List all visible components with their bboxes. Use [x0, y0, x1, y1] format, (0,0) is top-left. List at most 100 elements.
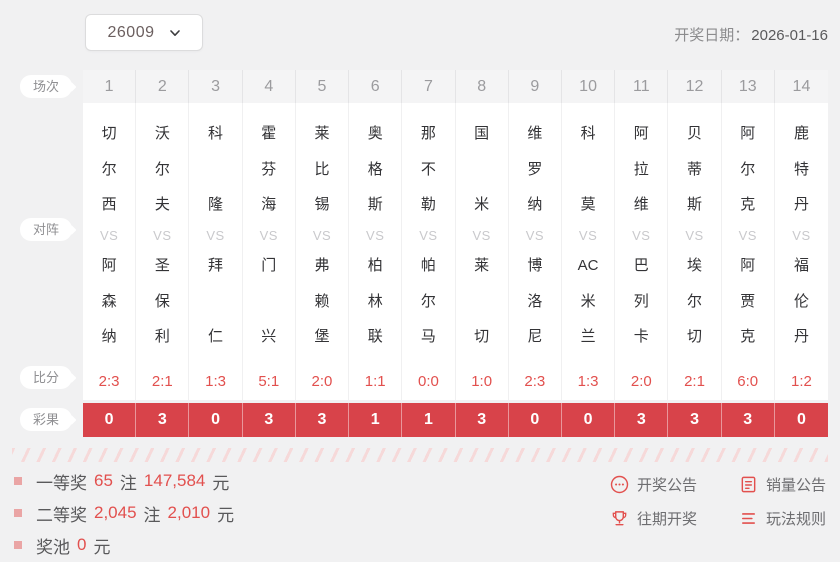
match-column: 4 霍芬海 VS 门兴 5:1 3	[242, 70, 296, 437]
team-name-char: 拉	[633, 160, 649, 178]
match-score: 5:1	[242, 365, 296, 400]
matchup-cell: 科隆 VS 拜仁	[189, 103, 243, 365]
team-name-char: 鹿	[793, 125, 809, 142]
draw-date-value: 2026-01-16	[751, 27, 828, 44]
team-name-char: 圣	[154, 257, 170, 274]
match-score: 2:0	[615, 365, 669, 400]
matchup-cell: 奥格斯 VS 柏林联	[349, 103, 403, 365]
prize-count: 65	[94, 471, 113, 490]
team-name-char: 联	[367, 328, 383, 345]
match-number: 1	[83, 70, 137, 103]
chevron-down-icon	[169, 29, 180, 36]
match-column: 1 切尔西 VS 阿森纳 2:3 0	[83, 70, 137, 437]
away-team: 圣保利	[155, 258, 170, 344]
home-team: 国米	[474, 126, 489, 212]
away-team: AC 米兰	[578, 258, 599, 344]
matchup-cell: 那不勒 VS 帕尔马	[402, 103, 456, 365]
match-number: 4	[242, 70, 296, 103]
team-name-char: 博	[527, 257, 543, 274]
home-team: 切尔西	[102, 126, 117, 212]
match-column: 12 贝蒂斯 VS 埃尔切 2:1 3	[668, 70, 722, 437]
match-score: 1:2	[774, 365, 829, 400]
link-开奖公告[interactable]: 开奖公告	[610, 474, 697, 495]
home-team: 那不勒	[421, 126, 436, 212]
vs-label: VS	[578, 227, 598, 243]
link-销量公告[interactable]: 销量公告	[739, 474, 826, 495]
match-score: 2:3	[83, 365, 137, 400]
home-team: 鹿特丹	[794, 126, 809, 212]
team-name-char: 尔	[154, 160, 170, 178]
prize-amount-unit: 元	[217, 505, 235, 525]
team-name-char: 特	[793, 160, 809, 178]
link-label: 开奖公告	[636, 477, 697, 494]
vs-label: VS	[419, 227, 438, 243]
match-column: 2 沃尔夫 VS 圣保利 2:1 3	[136, 70, 190, 437]
team-name-char: 尔	[740, 160, 756, 178]
team-name-char: 门	[261, 257, 277, 274]
match-result: 3	[615, 403, 669, 437]
team-name-char: 隆	[208, 196, 224, 213]
team-name-char: 尼	[527, 328, 543, 345]
team-name-char: 奥	[367, 125, 383, 142]
vs-label: VS	[312, 227, 332, 243]
match-result: 3	[136, 403, 190, 437]
team-name-char: 帕	[420, 257, 436, 274]
row-label-result: 彩果	[20, 408, 72, 431]
home-team: 莱比锡	[314, 126, 329, 212]
team-name-char: 科	[580, 125, 596, 142]
team-name-char: 林	[367, 292, 383, 310]
match-column: 5 莱比锡 VS 弗赖堡 2:0 3	[295, 70, 350, 437]
vs-label: VS	[525, 227, 545, 243]
away-team: 弗赖堡	[314, 258, 329, 344]
matchup-cell: 切尔西 VS 阿森纳	[83, 103, 137, 365]
home-team: 霍芬海	[261, 126, 276, 212]
match-column: 14 鹿特丹 VS 福伦丹 1:2 0	[774, 70, 829, 437]
team-name-char: 拜	[208, 257, 224, 274]
row-label-session: 场次	[20, 75, 72, 98]
matchup-cell: 鹿特丹 VS 福伦丹	[774, 103, 829, 365]
match-column: 9 维罗纳 VS 博洛尼 2:3 0	[508, 70, 562, 437]
matchup-cell: 贝蒂斯 VS 埃尔切	[668, 103, 722, 365]
prize-label: 二等奖	[36, 505, 87, 525]
prize-label: 一等奖	[36, 473, 87, 493]
team-name-char: 巴	[633, 257, 649, 274]
match-column: 6 奥格斯 VS 柏林联 1:1 1	[349, 70, 403, 437]
team-name-char: 卡	[633, 328, 649, 345]
matchup-cell: 阿尔克 VS 阿贾克	[721, 103, 775, 365]
link-玩法规则[interactable]: 玩法规则	[739, 508, 826, 529]
team-name-char: 丹	[793, 196, 809, 213]
team-name-char: 勒	[420, 196, 436, 213]
prize-amount: 2,010	[167, 503, 211, 522]
match-column: 8 国米 VS 莱切 1:0 3	[455, 70, 509, 437]
away-team: 帕尔马	[421, 258, 436, 344]
vs-label: VS	[153, 227, 172, 243]
prize-amount-unit: 元	[93, 537, 111, 557]
match-result: 0	[774, 403, 829, 437]
team-name-char: 莫	[580, 196, 596, 213]
match-number: 6	[349, 70, 403, 103]
match-result: 3	[295, 403, 350, 437]
match-score: 0:0	[402, 365, 456, 400]
team-name-char: 柏	[367, 257, 383, 274]
team-name-char: 切	[101, 125, 117, 142]
team-name-char: 丹	[793, 328, 809, 345]
matchup-cell: 霍芬海 VS 门兴	[242, 103, 296, 365]
team-name-char: 米	[474, 196, 490, 213]
match-column: 7 那不勒 VS 帕尔马 0:0 1	[402, 70, 456, 437]
period-value: 26009	[107, 23, 155, 41]
match-result: 0	[508, 403, 562, 437]
vs-label: VS	[792, 227, 811, 243]
period-dropdown[interactable]: 26009	[85, 14, 203, 51]
match-score: 2:3	[508, 365, 562, 400]
team-name-char: 贾	[740, 292, 756, 310]
home-team: 科隆	[208, 126, 223, 212]
quick-links: 开奖公告 销量公告往期开奖 玩法规则	[610, 474, 826, 529]
lottery-results-page: 26009 开奖日期： 2026-01-16 场次 对阵 比分 彩果 1 切尔西 VS…	[0, 0, 840, 562]
team-name-char: 海	[261, 196, 277, 213]
hatch-divider	[12, 448, 828, 462]
link-往期开奖[interactable]: 往期开奖	[610, 508, 697, 529]
match-result: 3	[721, 403, 775, 437]
team-name-char: 保	[154, 292, 170, 310]
team-name-char: 尔	[101, 160, 117, 178]
matchup-cell: 国米 VS 莱切	[455, 103, 509, 365]
